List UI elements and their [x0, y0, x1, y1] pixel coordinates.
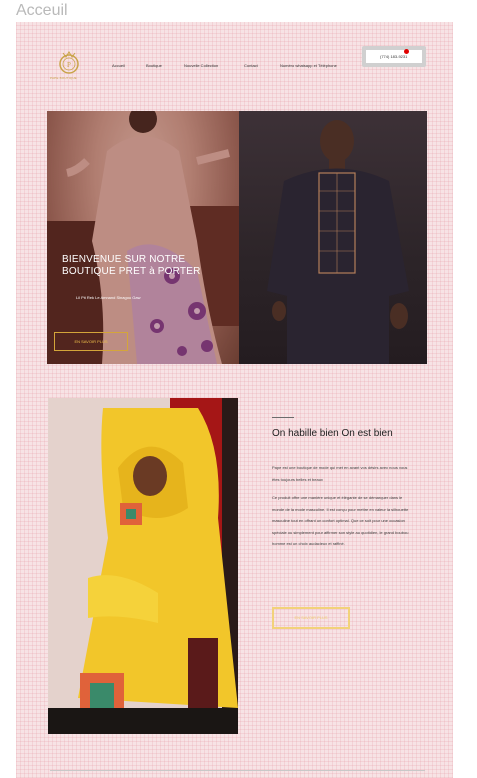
- svg-text:P: P: [67, 61, 71, 69]
- man-dark-boubou-photo: [267, 120, 409, 364]
- logo-emblem-icon: P: [59, 51, 79, 74]
- hero-overlay: [47, 111, 239, 364]
- hero-banner-left: BIENVENUE SUR NOTRE BOUTIQUE PRET à PORT…: [47, 111, 239, 364]
- nav-item-accueil[interactable]: Accueil: [112, 63, 125, 68]
- hero-learn-more-button[interactable]: EN SAVOIR PLUS: [54, 332, 128, 351]
- section-divider: [272, 417, 294, 418]
- phone-button[interactable]: (774) 183-9231: [362, 46, 426, 67]
- page-canvas: P PAPE BOUTIQUE Accueil Boutique Nouvell…: [16, 22, 453, 778]
- nav-item-whatsapp[interactable]: Numéro whatsapp et Téléphone: [280, 63, 337, 68]
- about-title: On habille bien On est bien: [272, 428, 393, 439]
- nav-item-contact[interactable]: Contact: [244, 63, 258, 68]
- about-learn-more-button[interactable]: EN SAVOIR PLUS: [272, 607, 350, 629]
- woman-yellow-dress-illustration: [48, 398, 238, 734]
- nav-item-nouvelle-collection[interactable]: Nouvelle Collection: [184, 63, 218, 68]
- nav-item-boutique[interactable]: Boutique: [146, 63, 162, 68]
- logo-text: PAPE BOUTIQUE: [50, 76, 77, 80]
- hero-subtitle: Lil Pit Rek Le Amnand Sinagou Gaw: [76, 295, 141, 300]
- about-paragraph-2: Ce produit offre une manière unique et é…: [272, 495, 409, 546]
- woman-yellow-dress-photo: [48, 398, 238, 734]
- notification-dot-icon: [404, 49, 409, 54]
- hero-banner-right: [239, 111, 427, 364]
- frame-label: Acceuil: [16, 2, 68, 19]
- footer-divider: [50, 770, 425, 771]
- hero-title: BIENVENUE SUR NOTRE BOUTIQUE PRET à PORT…: [62, 254, 201, 277]
- logo[interactable]: P: [52, 49, 86, 79]
- about-paragraph-1: Pape est une boutique de mode qui met en…: [272, 465, 408, 482]
- phone-label: (774) 183-9231: [366, 50, 422, 63]
